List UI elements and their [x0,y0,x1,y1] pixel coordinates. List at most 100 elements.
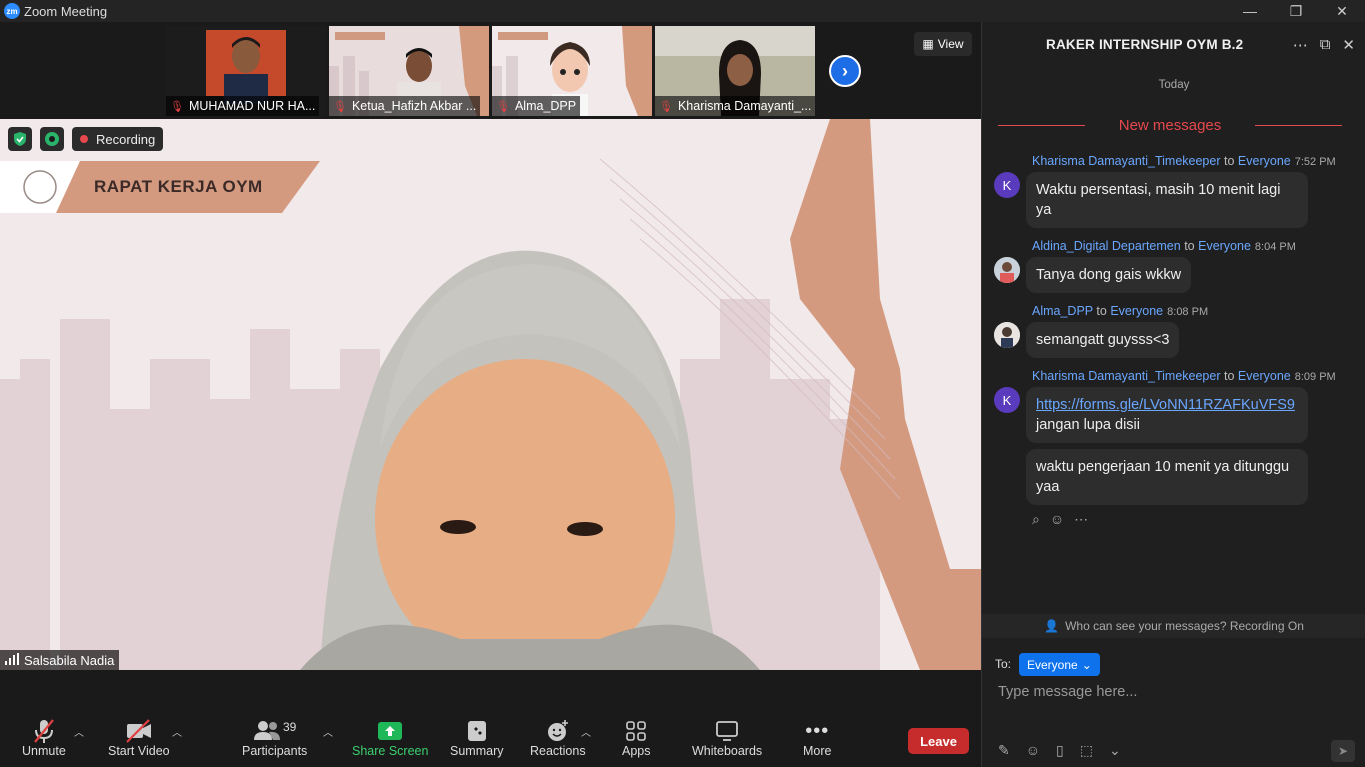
format-text-icon[interactable]: ✎ [998,742,1010,759]
recipient-name[interactable]: Everyone [1198,239,1251,253]
recording-indicator[interactable]: Recording [72,127,164,151]
view-button[interactable]: ▦ View [914,32,972,56]
mic-muted-icon: 🎙 [333,100,347,113]
sender-name[interactable]: Aldina_Digital Departemen [1032,239,1181,253]
chat-title: RAKER INTERNSHIP OYM B.2 [1046,37,1244,52]
network-status-icon[interactable] [40,127,64,151]
close-chat-icon[interactable]: ✕ [1342,36,1355,54]
whiteboards-button[interactable]: Whiteboards [692,718,762,758]
video-off-icon [125,718,153,744]
recipient-name[interactable]: Everyone [1238,369,1291,383]
message-input[interactable]: Type message here... [998,684,1137,700]
participants-options-caret[interactable]: ︿ [323,724,333,739]
reactions-icon [546,718,570,744]
summary-icon [466,718,488,744]
next-page-button[interactable]: › [829,55,861,87]
mic-off-icon [32,718,56,744]
avatar [994,322,1020,348]
participants-count: 39 [282,720,297,734]
unmute-button[interactable]: Unmute [22,718,66,758]
sender-name[interactable]: Alma_DPP [1032,304,1093,318]
recipient-name[interactable]: Everyone [1110,304,1163,318]
reactions-options-caret[interactable]: ︿ [581,724,591,739]
message-bubble: https://forms.gle/LVoNN11RZAFKuVFS9 jang… [1026,387,1308,443]
message-time: 8:08 PM [1167,306,1209,318]
message-bubble: waktu pengerjaan 10 menit ya ditunggu ya… [1026,449,1308,505]
apps-button[interactable]: Apps [622,718,651,758]
chevron-right-icon: › [842,60,848,81]
new-messages-divider: New messages [998,117,1343,134]
message-bubble: Waktu persentasi, masih 10 menit lagi ya [1026,172,1308,228]
more-options-icon[interactable]: ⋯ [1293,36,1308,54]
maximize-button[interactable]: ❐ [1273,0,1319,22]
whiteboard-icon [715,718,739,744]
avatar: K [994,387,1020,413]
close-window-button[interactable]: ✕ [1319,0,1365,22]
leave-button[interactable]: Leave [908,728,969,754]
reactions-button[interactable]: Reactions [530,718,586,758]
participant-name: 🎙 Alma_DPP [492,96,581,116]
people-icon: 👤 [1044,619,1060,633]
apps-icon [625,718,647,744]
signal-bars-icon [5,652,19,668]
sender-name[interactable]: Kharisma Damayanti_Timekeeper [1032,369,1221,383]
thumbnail-strip: 🎙 MUHAMAD NUR HA... 🎙 Ketua_Hafizh Akbar .… [0,22,981,119]
participant-name: 🎙 Ketua_Hafizh Akbar ... [329,96,481,116]
participant-thumbnail[interactable]: 🎙 Kharisma Damayanti_... [655,26,815,116]
sender-name[interactable]: Kharisma Damayanti_Timekeeper [1032,154,1221,168]
emoji-icon[interactable]: ☺ [1026,742,1040,759]
chat-panel: RAKER INTERNSHIP OYM B.2 ⋯ ⧉ ✕ Today New… [981,22,1365,767]
zoom-logo-icon: zm [4,3,20,19]
message-bubble: semangatt guysss<3 [1026,322,1180,358]
message-time: 8:04 PM [1254,241,1296,253]
day-divider: Today [1158,79,1190,91]
visibility-notice[interactable]: 👤 Who can see your messages? Recording O… [982,614,1365,638]
file-icon[interactable]: ▯ [1056,742,1064,759]
to-label: To: [995,657,1012,671]
more-actions-icon[interactable]: ⋯ [1074,511,1088,528]
participant-thumbnail[interactable]: 🎙 Ketua_Hafizh Akbar ... [329,26,489,116]
screenshot-icon[interactable]: ⬚ [1080,742,1093,759]
recipient-select[interactable]: Everyone ⌄ [1019,653,1100,676]
chevron-down-icon[interactable]: ⌄ [1109,742,1121,759]
avatar: K [994,172,1020,198]
message-actions: ⌕ ☺ ⋯ [1032,511,1088,528]
grid-view-icon: ▦ [922,37,934,51]
mic-muted-icon: 🎙 [496,100,510,113]
avatar [994,257,1020,283]
reply-icon[interactable]: ⌕ [1032,511,1040,528]
title-bar: zm Zoom Meeting — ❐ ✕ [0,0,1365,22]
speaker-name-tag: Salsabila Nadia [0,650,120,670]
message-time: 7:52 PM [1294,156,1336,168]
chevron-down-icon: ⌄ [1081,657,1092,672]
minimize-button[interactable]: — [1227,0,1273,22]
participant-thumbnail[interactable]: 🎙 MUHAMAD NUR HA... [166,26,326,116]
banner-title: RAPAT KERJA OYM [94,177,263,196]
summary-button[interactable]: Summary [450,718,503,758]
pop-out-icon[interactable]: ⧉ [1320,36,1331,54]
send-icon[interactable]: ➤ [1331,740,1355,762]
video-options-caret[interactable]: ︿ [172,724,182,739]
share-screen-icon [377,718,403,744]
recording-dot-icon [80,135,88,143]
participant-thumbnail[interactable]: 🎙 Alma_DPP [492,26,652,116]
share-screen-button[interactable]: Share Screen [352,718,428,758]
participants-icon [253,719,281,744]
message-time: 8:09 PM [1294,371,1336,383]
window-title: Zoom Meeting [24,3,108,19]
audio-options-caret[interactable]: ︿ [74,724,84,739]
participant-name: 🎙 MUHAMAD NUR HA... [166,96,320,116]
participant-name: 🎙 Kharisma Damayanti_... [655,96,815,116]
form-link[interactable]: https://forms.gle/LVoNN11RZAFKuVFS9 [1036,397,1295,413]
message-bubble: Tanya dong gais wkkw [1026,257,1192,293]
encryption-shield-icon[interactable] [8,127,32,151]
more-button[interactable]: ••• More [803,718,831,759]
mic-muted-icon: 🎙 [659,100,673,113]
recipient-name[interactable]: Everyone [1238,154,1291,168]
speaker-video [0,119,981,670]
add-reaction-icon[interactable]: ☺ [1050,511,1064,528]
mic-muted-icon: 🎙 [170,100,184,113]
start-video-button[interactable]: Start Video [108,718,170,758]
participants-button[interactable]: 39 Participants [242,718,307,758]
main-video: Recording RAPAT KERJA OYM Salsabila Nadi… [0,119,981,670]
